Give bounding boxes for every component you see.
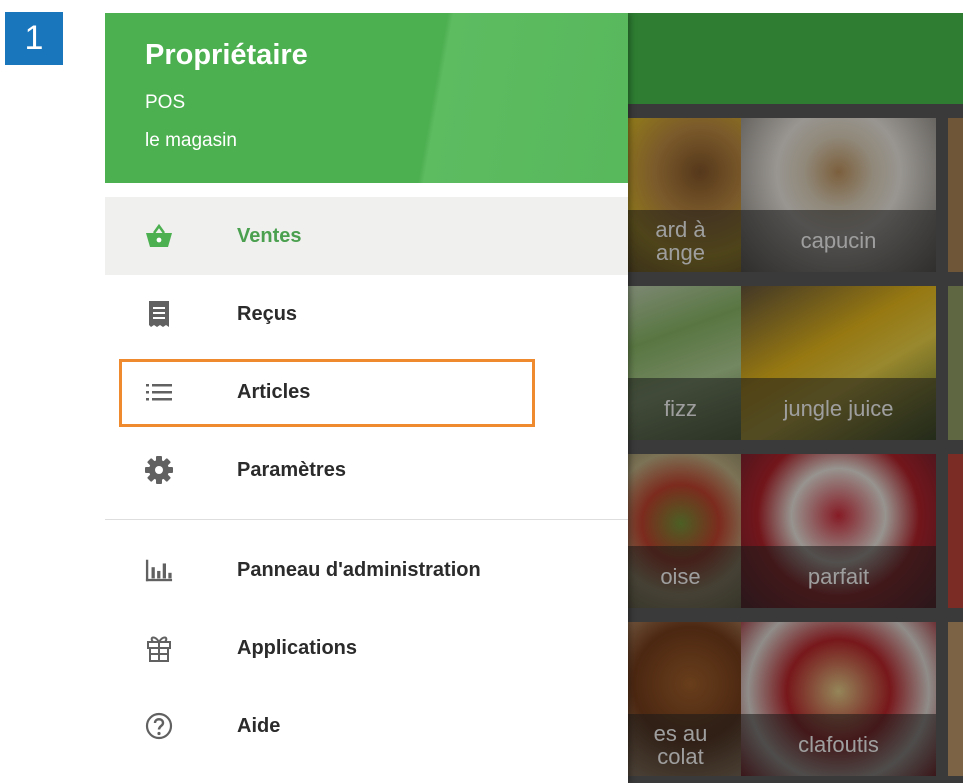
item-tile[interactable]	[948, 118, 963, 272]
menu-item-label: Applications	[237, 636, 358, 659]
menu-item-applications[interactable]: Applications	[105, 609, 628, 687]
basket-icon	[145, 222, 173, 250]
receipt-icon	[145, 300, 173, 328]
item-tile[interactable]: clafoutis	[741, 622, 936, 776]
list-icon	[145, 378, 173, 406]
menu-item-label: Paramètres	[237, 458, 346, 481]
step-number-badge: 1	[5, 12, 63, 65]
pos-app-screen: ard à ange fizz oise es au colat capucin…	[105, 13, 963, 783]
item-tile-label: parfait	[741, 546, 936, 608]
pos-name: POS	[145, 92, 186, 113]
item-tile[interactable]	[948, 622, 963, 776]
menu-item-panneau-administration[interactable]: Panneau d'administration	[105, 531, 628, 609]
item-tile[interactable]: capucin	[741, 118, 936, 272]
menu-item-label: Articles	[237, 380, 311, 403]
item-tile-label: clafoutis	[741, 714, 936, 776]
menu-item-parametres[interactable]: Paramètres	[105, 431, 628, 509]
bar-chart-icon	[145, 556, 173, 584]
item-tile[interactable]	[948, 454, 963, 608]
menu-item-aide[interactable]: Aide	[105, 687, 628, 765]
item-tile-label: jungle juice	[741, 378, 936, 440]
menu-divider	[105, 519, 628, 520]
gear-icon	[145, 456, 173, 484]
item-tile[interactable]: jungle juice	[741, 286, 936, 440]
apps-icon	[145, 634, 173, 662]
menu-item-articles[interactable]: Articles	[105, 353, 628, 431]
menu-item-label: Ventes	[237, 224, 302, 247]
menu-item-recus[interactable]: Reçus	[105, 275, 628, 353]
menu-item-label: Reçus	[237, 302, 298, 325]
drawer-menu: Ventes Reçus Articles Paramètres Panneau…	[105, 197, 628, 765]
menu-item-label: Aide	[237, 714, 281, 737]
user-role: Propriétaire	[145, 39, 308, 71]
item-tile[interactable]: parfait	[741, 454, 936, 608]
navigation-drawer: Propriétaire POS le magasin Ventes Reçus…	[105, 13, 628, 783]
menu-item-label: Panneau d'administration	[237, 558, 481, 581]
menu-item-ventes[interactable]: Ventes	[105, 197, 628, 275]
drawer-header: Propriétaire POS le magasin	[105, 13, 628, 183]
help-icon	[145, 712, 173, 740]
item-tile-label: capucin	[741, 210, 936, 272]
item-tile[interactable]	[948, 286, 963, 440]
store-name: le magasin	[145, 130, 237, 151]
